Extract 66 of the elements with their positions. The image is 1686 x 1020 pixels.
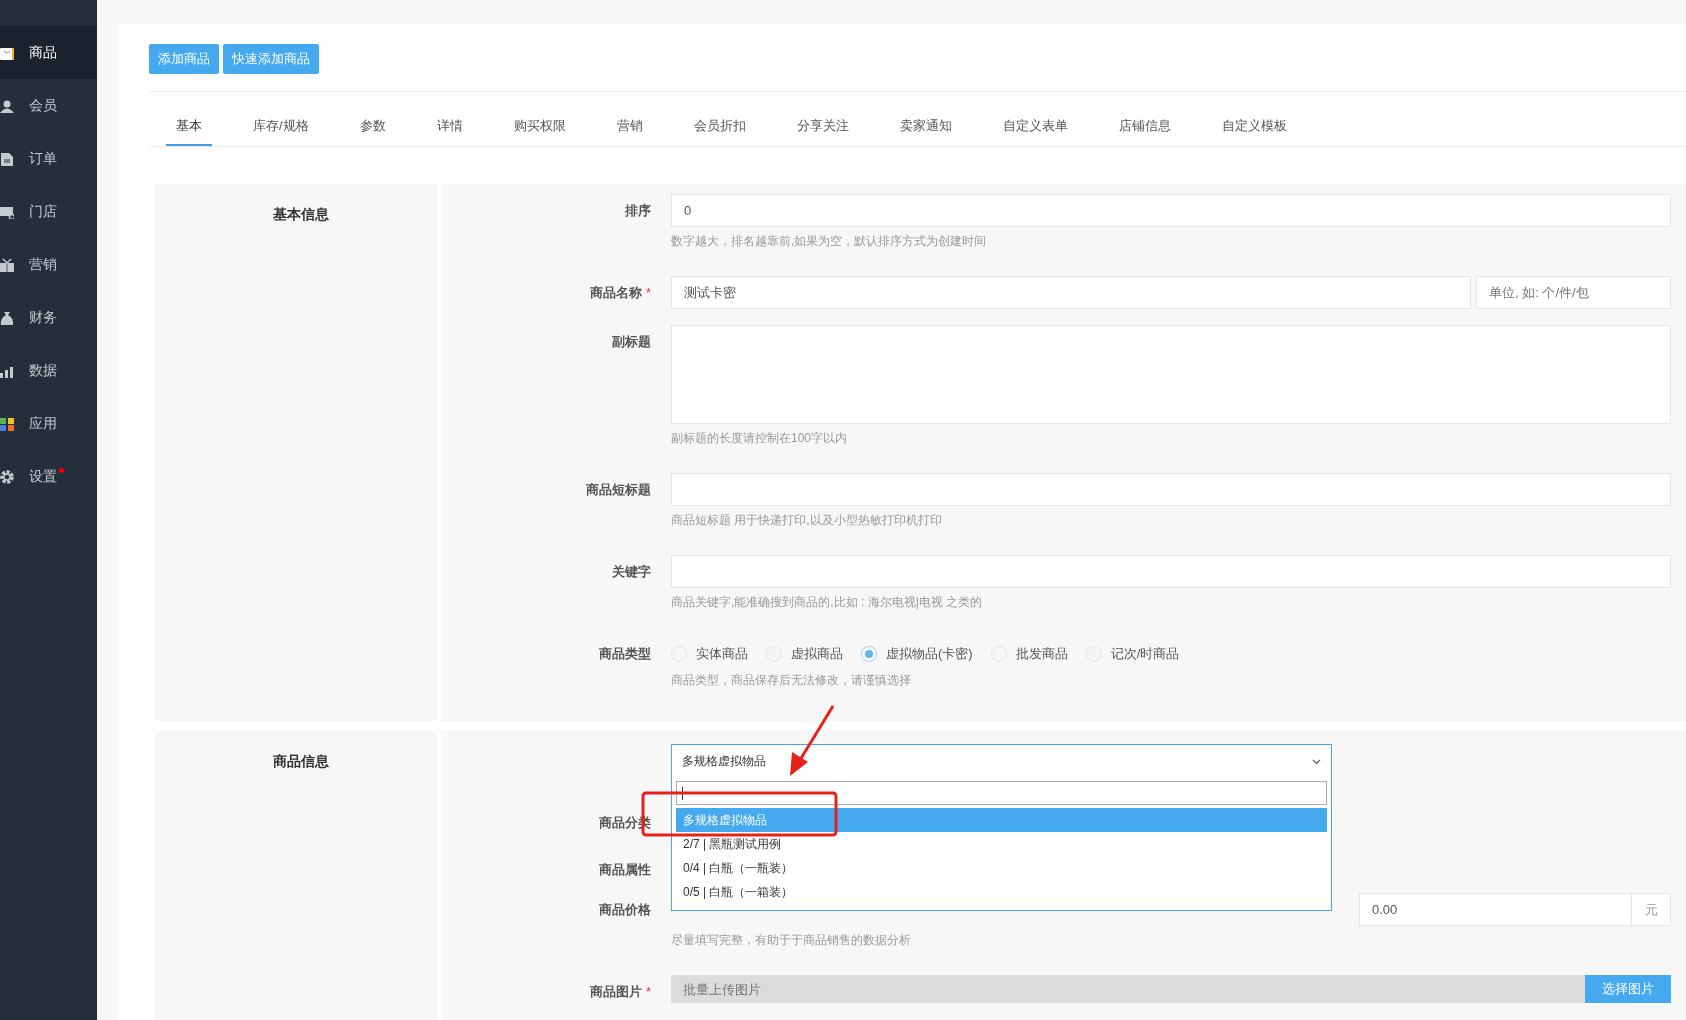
field-label: 排序 — [624, 202, 651, 220]
upload-field[interactable]: 批量上传图片 — [671, 975, 1585, 1003]
tab[interactable]: 分享关注 — [786, 108, 859, 146]
tab[interactable]: 库存/规格 — [243, 108, 319, 146]
help-text: 商品关键字,能准确搜到商品的,比如 : 海尔电视|电视 之类的 — [671, 594, 984, 611]
sidebar-item[interactable]: 订单 — [0, 132, 97, 185]
dropdown-field[interactable]: 多规格虚拟物品 — [671, 744, 1332, 778]
unit-suffix: 元 — [1632, 893, 1671, 926]
field-label: 商品短标题 — [585, 481, 651, 499]
radio-option[interactable]: 虚拟物品(卡密) — [861, 644, 973, 663]
radio-option[interactable]: 批发商品 — [990, 644, 1068, 663]
radio-option[interactable]: 实体商品 — [671, 644, 748, 663]
sidebar-item[interactable]: 应用 — [0, 397, 97, 450]
field-label: 商品名称 * — [588, 284, 651, 302]
help-text: 尽量填写完整，有助于于商品销售的数据分析 — [671, 932, 912, 949]
tab[interactable]: 详情 — [426, 108, 473, 146]
radio-option[interactable]: 记次/时商品 — [1085, 644, 1180, 663]
help-text: 商品类型，商品保存后无法修改，请谨慎选择 — [671, 672, 912, 689]
field-label: 商品图片 * — [588, 983, 651, 1001]
dropdown-value: 多规格虚拟物品 — [682, 753, 766, 770]
sidebar-item[interactable]: 商品 — [0, 26, 97, 79]
radio-option[interactable]: 虚拟商品 — [766, 644, 843, 663]
tab[interactable]: 参数 — [349, 108, 396, 146]
tab[interactable]: 营销 — [606, 108, 653, 146]
tab[interactable]: 店铺信息 — [1108, 108, 1181, 146]
money-bag-icon — [0, 310, 14, 325]
tab[interactable]: 基本 — [166, 108, 212, 146]
sidebar-item[interactable]: 会员 — [0, 79, 97, 132]
annotation-arrow — [790, 705, 835, 776]
tab[interactable]: 购买权限 — [503, 108, 576, 146]
help-text: 数字越大，排名越靠前,如果为空，默认排序方式为创建时间 — [671, 233, 988, 250]
price-field[interactable]: 0.00 — [1359, 893, 1632, 926]
app-grid-icon — [0, 416, 14, 431]
help-text: 商品短标题 用于快递打印,以及小型热敏打印机打印 — [671, 512, 943, 529]
field-label: 商品属性 — [598, 861, 651, 879]
help-text: 副标题的长度请控制在100字以内 — [671, 430, 849, 447]
text-area[interactable] — [671, 325, 1671, 424]
sidebar-item[interactable]: 门店 — [0, 185, 97, 238]
section-title: 商品信息 — [272, 752, 330, 771]
user-icon — [0, 98, 14, 113]
dropdown-option[interactable]: 2/7 | 黑瓶测试用例 — [676, 832, 1327, 856]
tab[interactable]: 卖家通知 — [889, 108, 962, 146]
sidebar-item[interactable]: 数据 — [0, 344, 97, 397]
field-label: 副标题 — [611, 333, 651, 351]
field-label: 商品价格 — [598, 901, 651, 919]
field-label: 商品类型 — [598, 645, 651, 663]
gift-icon — [0, 257, 14, 272]
tab[interactable]: 自定义表单 — [992, 108, 1078, 146]
sidebar-item[interactable]: 财务 — [0, 291, 97, 344]
gear-icon — [0, 469, 14, 484]
tab[interactable]: 自定义模板 — [1211, 108, 1297, 146]
section-title: 基本信息 — [272, 205, 330, 224]
unit-field[interactable]: 单位, 如: 个/件/包 — [1476, 276, 1671, 309]
dropdown-option[interactable]: 0/5 | 白瓶（一箱装） — [676, 880, 1327, 904]
text-field[interactable] — [671, 555, 1671, 588]
text-field[interactable] — [671, 473, 1671, 506]
chevron-icon — [1312, 758, 1321, 765]
field-label: 关键字 — [611, 563, 651, 581]
search-field[interactable] — [676, 781, 1327, 805]
sidebar-item[interactable]: 设置 — [0, 450, 97, 503]
sidebar-item[interactable]: 营销 — [0, 238, 97, 291]
dropdown-option[interactable]: 0/4 | 白瓶（一瓶装） — [676, 856, 1327, 880]
text-field[interactable]: 0 — [671, 194, 1671, 227]
bag-icon — [0, 45, 14, 60]
text-field[interactable]: 测试卡密 — [671, 276, 1471, 309]
tab[interactable]: 会员折扣 — [683, 108, 756, 146]
